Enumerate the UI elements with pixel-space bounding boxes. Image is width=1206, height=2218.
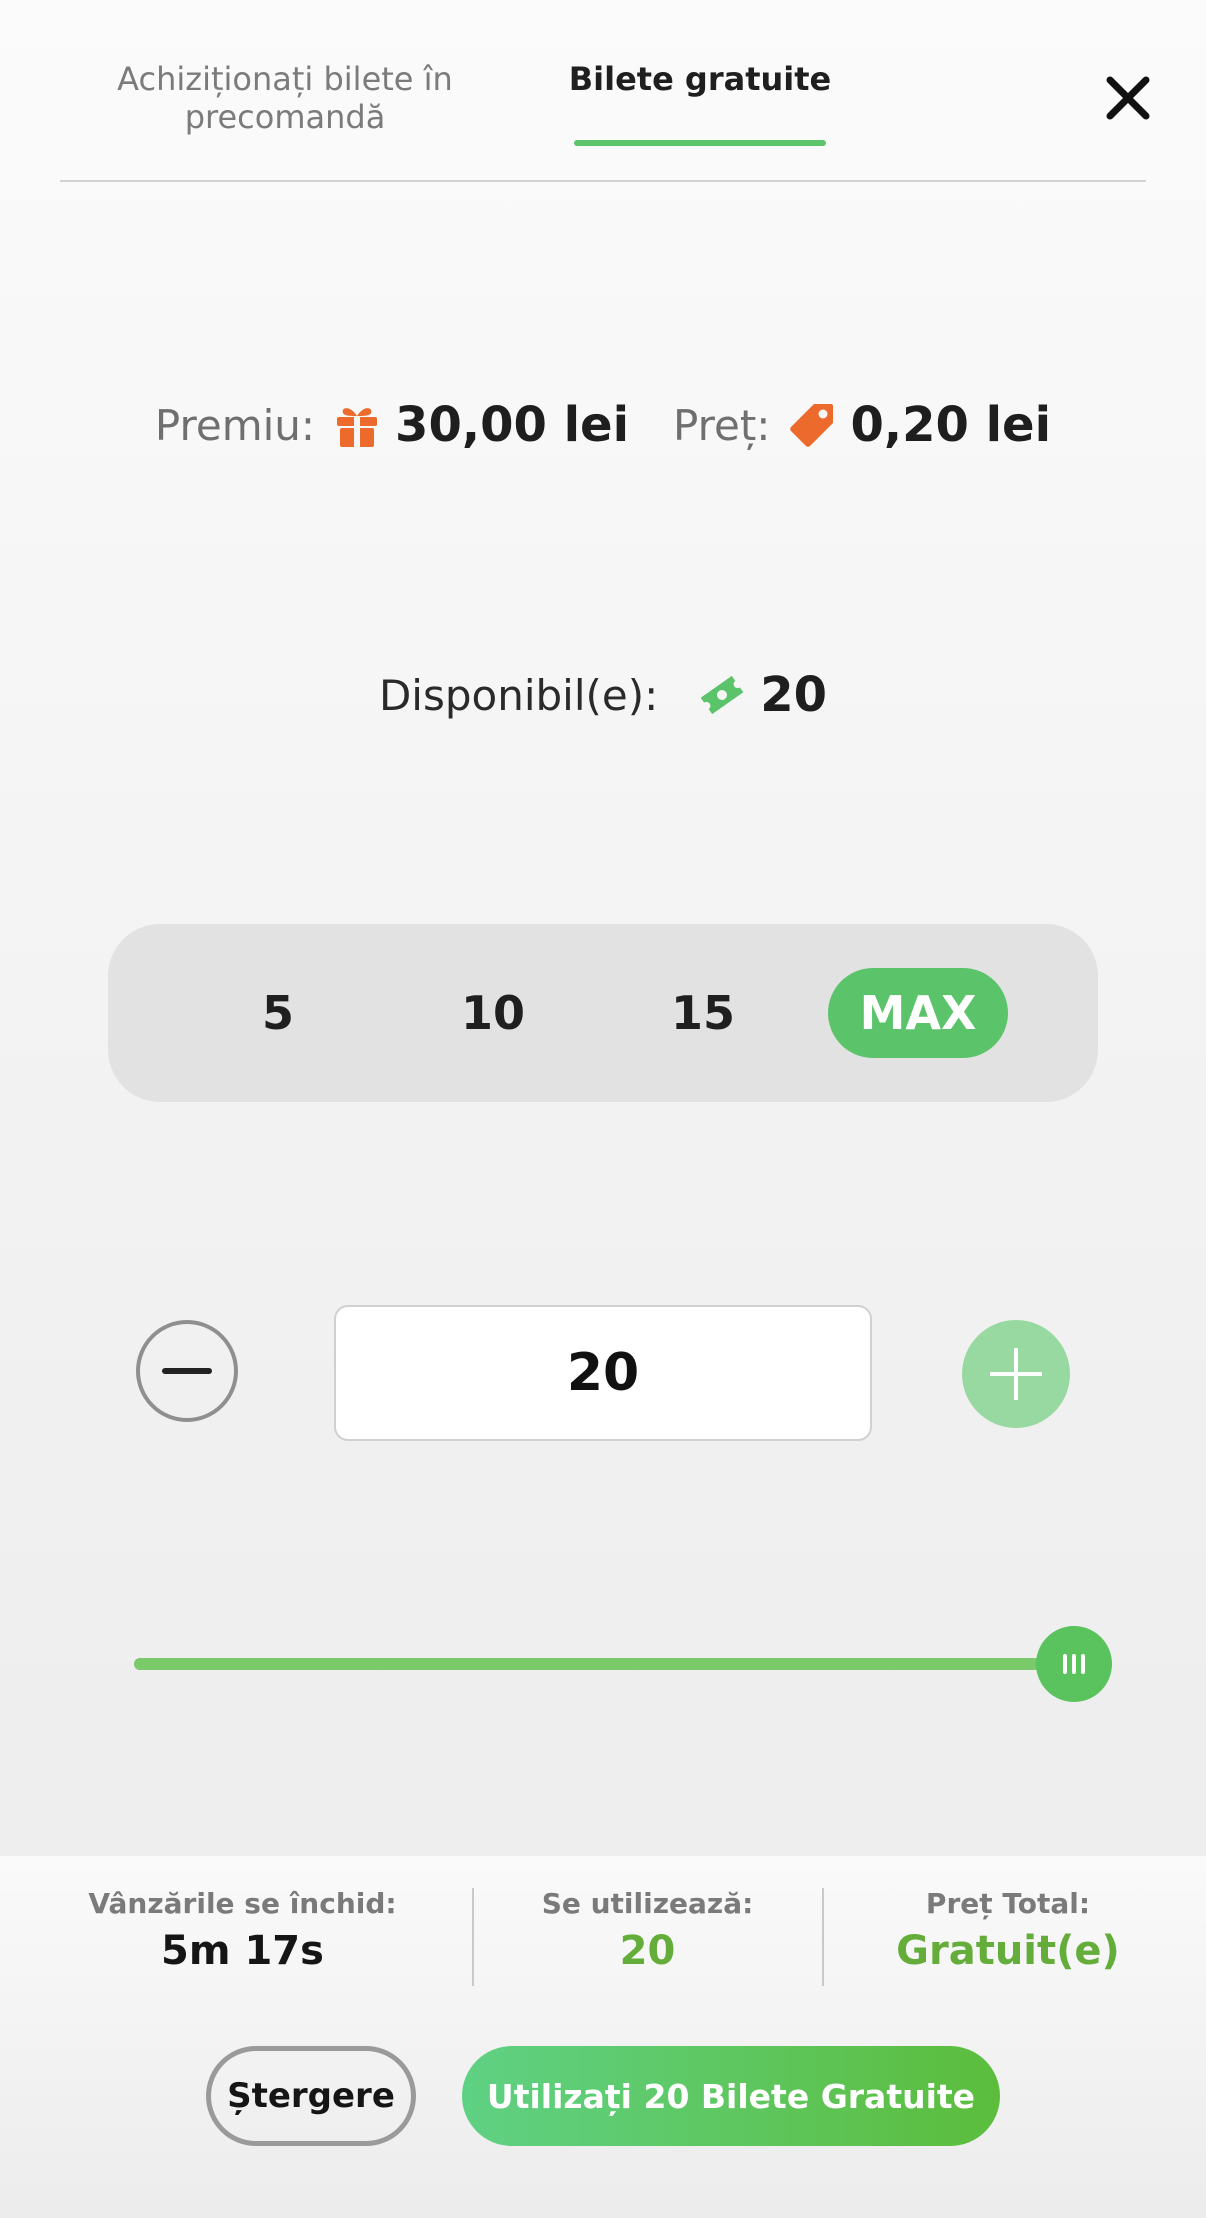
- slider-handle[interactable]: [1036, 1626, 1112, 1702]
- tab-preorder-label-line1: Achiziționați bilete în: [117, 60, 453, 98]
- quick-pick-15[interactable]: 15: [648, 968, 758, 1058]
- ticket-icon: [700, 675, 744, 715]
- quick-pick-bar: 5 10 15 MAX: [108, 924, 1098, 1102]
- total-price-value: Gratuit(e): [896, 1928, 1120, 1974]
- gift-icon: [337, 408, 378, 447]
- summary-divider: [822, 1888, 824, 1986]
- sales-close-countdown: 5m 17s: [161, 1928, 324, 1974]
- quick-pick-max[interactable]: MAX: [828, 968, 1008, 1058]
- use-free-tickets-button[interactable]: Utilizați 20 Bilete Gratuite: [462, 2046, 1000, 2146]
- close-icon: [1106, 76, 1150, 120]
- sales-close-stat: Vânzările se închid: 5m 17s: [60, 1886, 425, 1980]
- quick-pick-10[interactable]: 10: [438, 968, 548, 1058]
- header-divider: [60, 180, 1146, 182]
- quantity-input[interactable]: [334, 1305, 872, 1441]
- available-row: Disponibil(e): 20: [0, 660, 1206, 730]
- prize-label: Premiu:: [154, 400, 316, 450]
- tab-free-tickets[interactable]: Bilete gratuite: [560, 60, 840, 98]
- summary-panel: Vânzările se închid: 5m 17s Se utilizeaz…: [0, 1856, 1206, 2218]
- clear-button[interactable]: Ștergere: [206, 2046, 416, 2146]
- summary-divider: [472, 1888, 474, 1986]
- price-value: 0,20 lei: [850, 397, 1052, 453]
- total-price-stat: Preț Total: Gratuit(e): [850, 1886, 1166, 1980]
- minus-icon: [162, 1368, 212, 1374]
- tab-preorder-tickets[interactable]: Achiziționați bilete în precomandă: [95, 60, 475, 136]
- tab-preorder-label-line2: precomandă: [184, 98, 386, 136]
- active-tab-indicator: [574, 140, 826, 146]
- total-price-label: Preț Total:: [925, 1887, 1091, 1920]
- used-tickets-stat: Se utilizează: 20: [500, 1886, 795, 1980]
- price-tag-icon: [790, 404, 834, 447]
- used-tickets-label: Se utilizează:: [541, 1887, 754, 1920]
- quick-pick-5[interactable]: 5: [228, 968, 328, 1058]
- decrease-button[interactable]: [136, 1320, 238, 1422]
- close-button[interactable]: [1100, 70, 1156, 126]
- quantity-slider[interactable]: [134, 1626, 1112, 1702]
- price-label: Preț:: [673, 400, 771, 450]
- used-tickets-value: 20: [619, 1928, 676, 1974]
- increase-button[interactable]: [962, 1320, 1070, 1428]
- prize-value: 30,00 lei: [395, 397, 630, 453]
- available-value: 20: [760, 667, 828, 723]
- tab-free-label: Bilete gratuite: [568, 60, 832, 98]
- prize-price-row: Premiu: 30,00 lei Preț: 0,20 lei: [0, 390, 1206, 460]
- slider-fill: [134, 1658, 1074, 1670]
- available-label: Disponibil(e):: [378, 670, 659, 720]
- sales-close-label: Vânzările se închid:: [88, 1887, 397, 1920]
